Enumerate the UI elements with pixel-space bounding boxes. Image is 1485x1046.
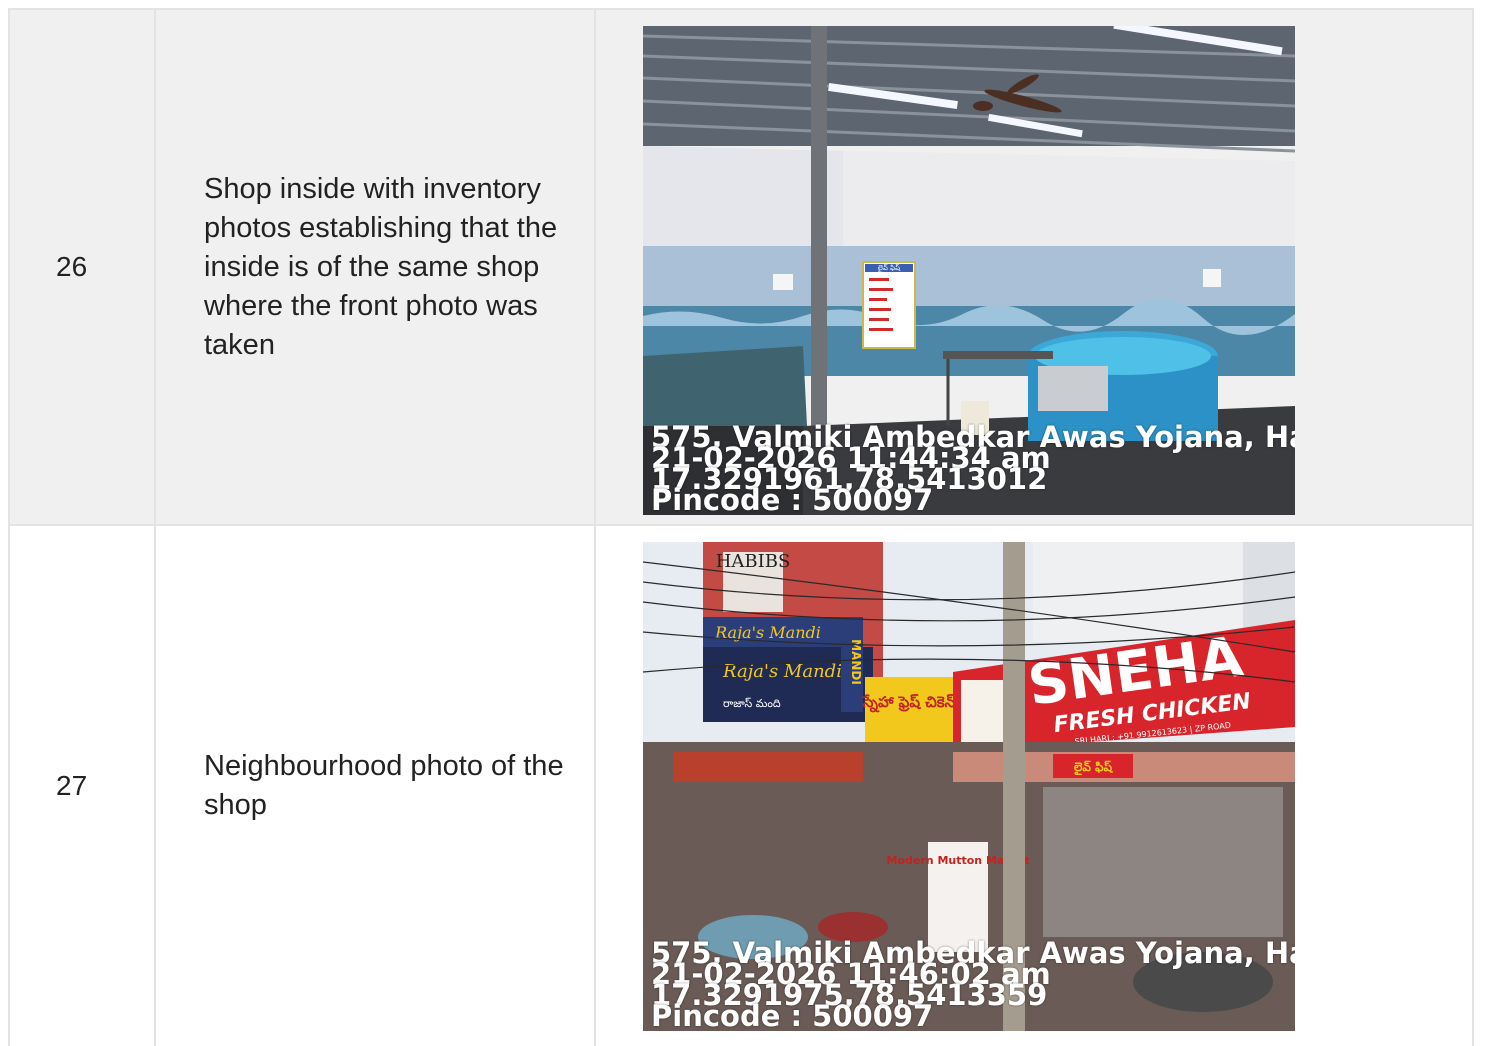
photo-geo-stamp: 575, Valmiki Ambedkar Awas Yojana, Hanum… xyxy=(651,423,1295,515)
restaurant-sign-telugu: రాజాస్ మంది xyxy=(723,697,781,710)
telugu-sign: స్నేహా ఫ్రెష్ చికెన్ xyxy=(862,693,956,713)
fish-sign: లైవ్ ఫిష్ xyxy=(1074,760,1114,776)
salon-sign: HABIBS xyxy=(716,551,791,572)
table-row: 27 Neighbourhood photo of the shop HABIB… xyxy=(8,526,1474,1046)
photo-evidence-table: 26 Shop inside with inventory photos est… xyxy=(8,8,1474,1046)
row-number: 27 xyxy=(8,526,154,1046)
poster-text: లైవ్ ఫిష్ xyxy=(878,264,901,273)
shop-interior-photo: లైవ్ ఫిష్ 575, Valmiki Ambedkar Awas Yoj… xyxy=(643,26,1295,515)
photo-cell: లైవ్ ఫిష్ 575, Valmiki Ambedkar Awas Yoj… xyxy=(594,10,1474,524)
row-description: Shop inside with inventory photos establ… xyxy=(154,10,594,524)
photo-cell: HABIBS Raja's Mandi Raja's Mandi రాజాస్ … xyxy=(594,526,1474,1046)
street-view-photo: HABIBS Raja's Mandi Raja's Mandi రాజాస్ … xyxy=(643,542,1295,1031)
row-number: 26 xyxy=(8,10,154,524)
mandi-vertical-sign: MANDI xyxy=(849,639,863,685)
restaurant-sign: Raja's Mandi xyxy=(722,661,842,682)
table-row: 26 Shop inside with inventory photos est… xyxy=(8,10,1474,526)
photo-geo-stamp: 575, Valmiki Ambedkar Awas Yojana, Hanum… xyxy=(651,939,1295,1031)
row-description: Neighbourhood photo of the shop xyxy=(154,526,594,1046)
